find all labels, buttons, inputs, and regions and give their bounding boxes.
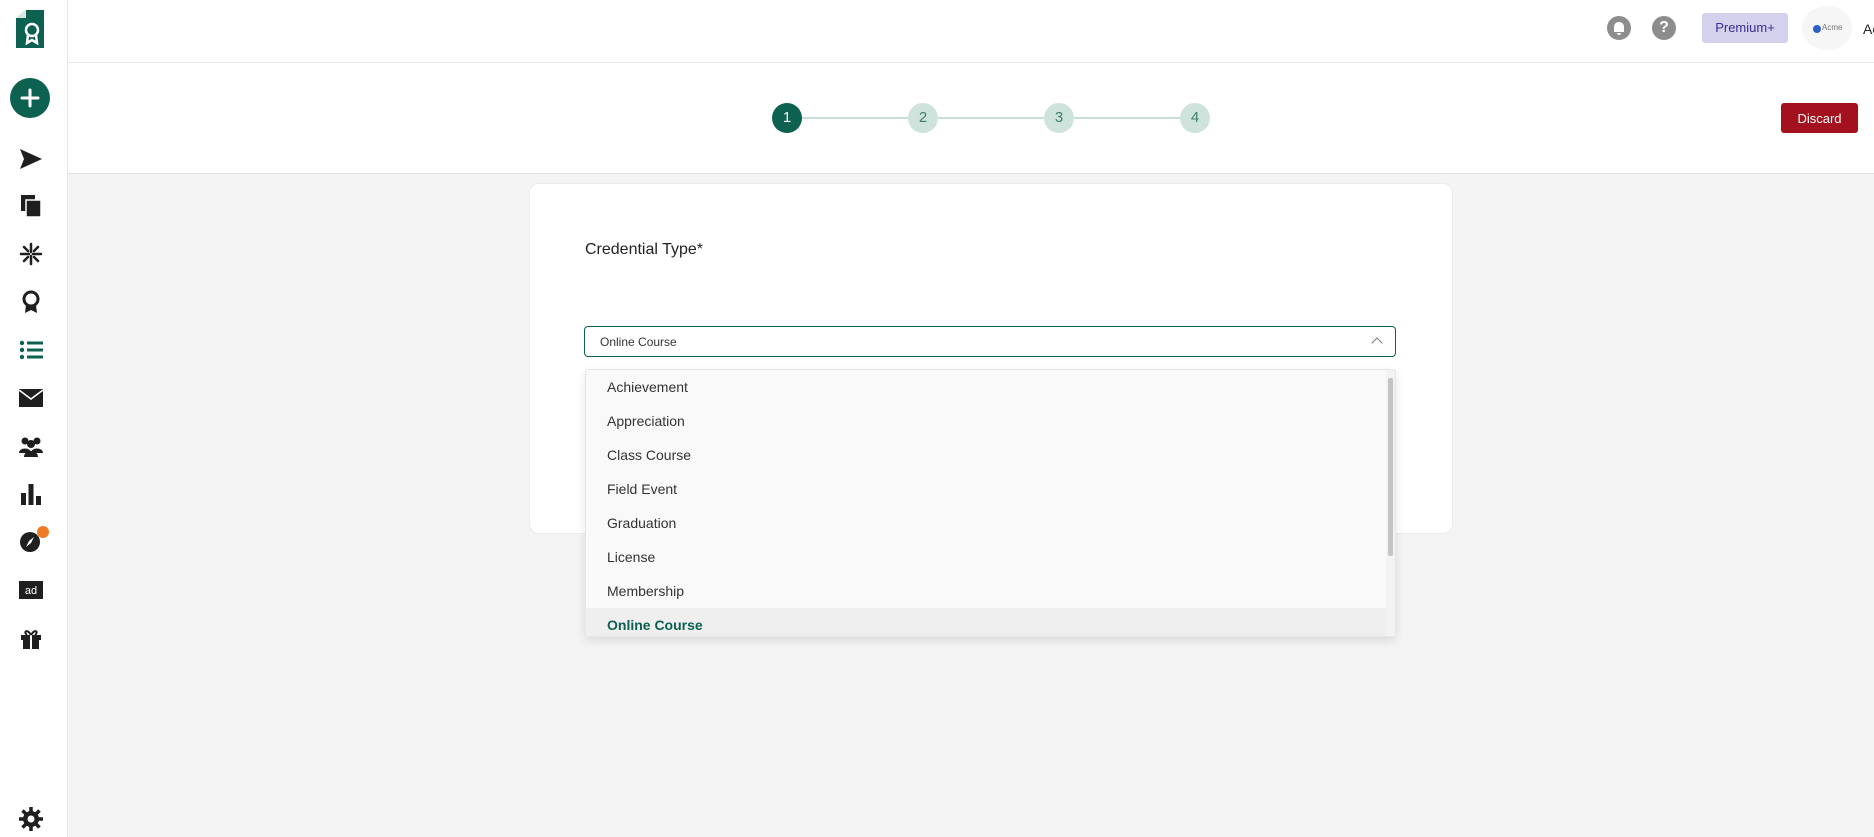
- scrollbar-thumb[interactable]: [1388, 378, 1393, 556]
- award-icon[interactable]: [18, 289, 44, 315]
- help-icon[interactable]: ?: [1652, 16, 1676, 40]
- option-appreciation[interactable]: Appreciation: [586, 404, 1390, 438]
- gift-icon[interactable]: [18, 625, 44, 651]
- select-value: Online Course: [600, 335, 677, 349]
- avatar[interactable]: Acme: [1802, 6, 1852, 50]
- step-2[interactable]: 2: [908, 103, 938, 133]
- option-class-course[interactable]: Class Course: [586, 438, 1390, 472]
- magic-icon[interactable]: [18, 241, 44, 267]
- add-icon[interactable]: [10, 78, 50, 118]
- step-3[interactable]: 3: [1044, 103, 1074, 133]
- scrollbar-track[interactable]: [1386, 370, 1395, 636]
- premium-button[interactable]: Premium+: [1702, 13, 1788, 43]
- svg-text:ad: ad: [25, 585, 37, 597]
- option-achievement[interactable]: Achievement: [586, 370, 1390, 404]
- users-icon[interactable]: [18, 433, 44, 459]
- option-online-course[interactable]: Online Course: [586, 608, 1390, 636]
- option-field-event[interactable]: Field Event: [586, 472, 1390, 506]
- credential-type-select[interactable]: Online Course: [584, 326, 1396, 357]
- step-connector: [1074, 117, 1180, 119]
- logo-icon[interactable]: [12, 8, 48, 50]
- step-connector: [938, 117, 1044, 119]
- option-membership[interactable]: Membership: [586, 574, 1390, 608]
- credential-type-dropdown: Achievement Appreciation Class Course Fi…: [585, 369, 1396, 637]
- settings-icon[interactable]: [18, 806, 44, 832]
- top-header: ? Premium+ Acme Acme: [68, 0, 1874, 63]
- step-1[interactable]: 1: [772, 103, 802, 133]
- credential-type-label: Credential Type*: [585, 241, 703, 258]
- avatar-logo-text: Acme: [1822, 23, 1843, 32]
- stepper-bar: 1 2 3 4 Discard: [68, 63, 1874, 174]
- option-license[interactable]: License: [586, 540, 1390, 574]
- mail-icon[interactable]: [18, 385, 44, 411]
- sidebar: ad: [0, 0, 68, 837]
- send-icon[interactable]: [18, 146, 44, 172]
- chart-icon[interactable]: [18, 481, 44, 507]
- step-4[interactable]: 4: [1180, 103, 1210, 133]
- bell-icon[interactable]: [1607, 16, 1631, 40]
- list-icon[interactable]: [18, 337, 44, 363]
- chevron-up-icon[interactable]: [1371, 337, 1383, 349]
- copy-icon[interactable]: [18, 193, 44, 219]
- option-graduation[interactable]: Graduation: [586, 506, 1390, 540]
- discard-button[interactable]: Discard: [1781, 103, 1858, 133]
- avatar-logo-dot: [1813, 25, 1821, 33]
- step-connector: [802, 117, 908, 119]
- org-name[interactable]: Acme: [1863, 21, 1874, 37]
- ad-icon[interactable]: ad: [18, 577, 44, 603]
- notification-dot: [37, 526, 49, 538]
